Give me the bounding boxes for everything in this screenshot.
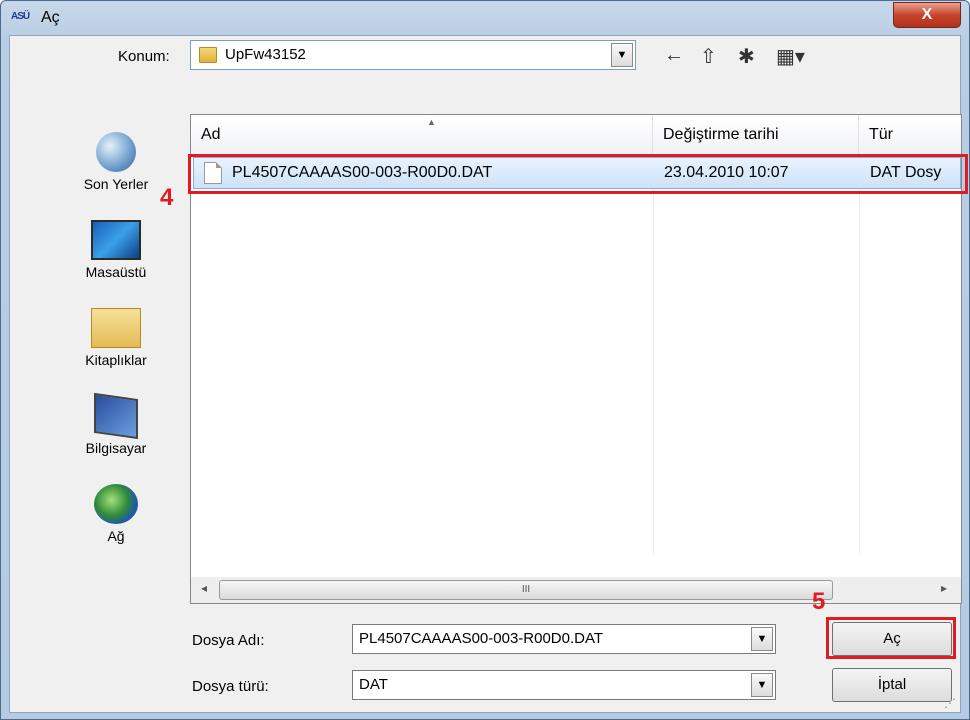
horizontal-scrollbar[interactable]: ◂ III ▸ (191, 577, 961, 603)
title-bar[interactable]: ASÜ Aç X (1, 1, 969, 35)
chevron-down-icon[interactable]: ▼ (751, 627, 773, 651)
location-value: UpFw43152 (225, 46, 306, 63)
place-network[interactable]: Ağ (52, 484, 180, 544)
place-label: Masaüstü (85, 264, 147, 280)
network-icon (94, 484, 138, 524)
sort-up-icon: ▲ (427, 117, 436, 127)
place-computer[interactable]: Bilgisayar (52, 392, 180, 456)
scroll-left-icon[interactable]: ◂ (201, 581, 207, 595)
location-combo[interactable]: UpFw43152 ▼ (190, 40, 636, 70)
place-label: Kitaplıklar (85, 352, 147, 368)
filetype-label: Dosya türü: (192, 678, 269, 695)
place-recent[interactable]: Son Yerler (52, 132, 180, 192)
back-icon[interactable]: ← (664, 44, 684, 67)
location-label: Konum: (118, 48, 170, 65)
highlight-open-button (826, 617, 956, 659)
step-number-4: 4 (160, 184, 174, 211)
column-header-name[interactable]: Ad (191, 115, 653, 155)
cancel-button[interactable]: İptal (832, 668, 952, 702)
column-divider (859, 155, 860, 555)
filetype-value: DAT (359, 676, 388, 693)
scroll-right-icon[interactable]: ▸ (941, 581, 947, 595)
chevron-down-icon[interactable]: ▼ (611, 43, 633, 67)
up-folder-icon[interactable]: ⇧ (700, 44, 717, 69)
libraries-icon (91, 308, 141, 348)
filename-value: PL4507CAAAAS00-003-R00D0.DAT (359, 630, 604, 647)
column-header-date[interactable]: Değiştirme tarihi (653, 115, 859, 155)
column-header-type[interactable]: Tür (859, 115, 961, 155)
computer-icon (94, 392, 138, 440)
filename-combo[interactable]: PL4507CAAAAS00-003-R00D0.DAT ▼ (352, 624, 776, 654)
place-label: Son Yerler (83, 176, 149, 192)
filename-label: Dosya Adı: (192, 632, 265, 649)
desktop-icon (91, 220, 141, 260)
place-desktop[interactable]: Masaüstü (52, 220, 180, 280)
place-label: Bilgisayar (85, 440, 147, 456)
chevron-down-icon[interactable]: ▼ (751, 673, 773, 697)
folder-icon (199, 47, 217, 63)
close-button[interactable]: X (893, 2, 961, 28)
scroll-thumb[interactable]: III (219, 580, 833, 600)
recent-places-icon (96, 132, 136, 172)
list-header: Ad ▲ Değiştirme tarihi Tür (191, 115, 961, 155)
place-libraries[interactable]: Kitaplıklar (52, 308, 180, 368)
view-menu-icon[interactable]: ▦▾ (776, 44, 805, 69)
step-number-5: 5 (812, 588, 826, 615)
place-label: Ağ (107, 528, 125, 544)
new-folder-icon[interactable]: ✱ (738, 44, 755, 69)
places-bar: Son Yerler Masaüstü Kitaplıklar Bilgisay… (52, 110, 180, 590)
highlight-file-row (188, 154, 968, 194)
column-divider (653, 155, 654, 555)
resize-grip-icon[interactable]: ⋰ (944, 696, 956, 710)
filetype-combo[interactable]: DAT ▼ (352, 670, 776, 700)
window-title: Aç (41, 9, 60, 26)
app-icon: ASÜ (11, 11, 30, 22)
